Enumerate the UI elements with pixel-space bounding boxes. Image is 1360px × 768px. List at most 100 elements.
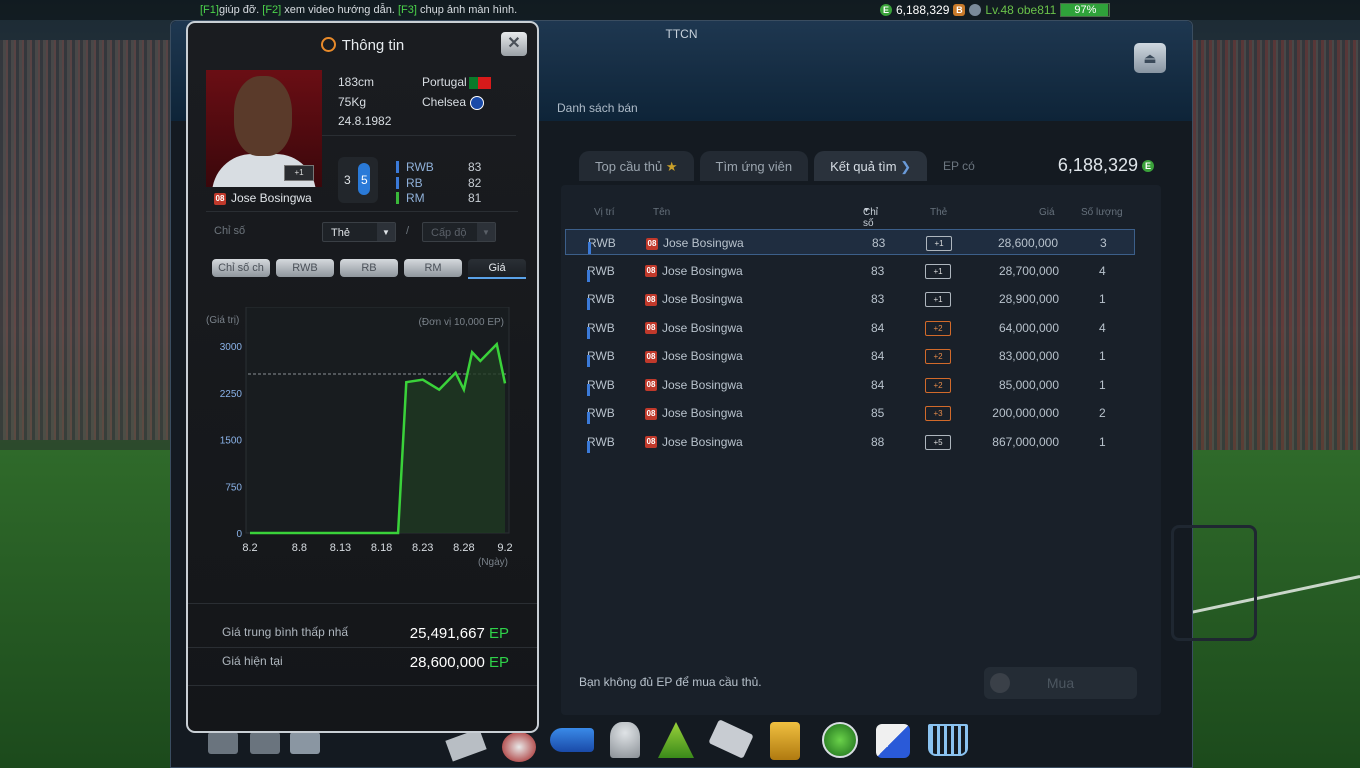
dock-inventory-icon[interactable] — [208, 732, 238, 754]
tab-sell-list[interactable]: Danh sách bán — [557, 101, 638, 115]
minimize-button[interactable]: ⏏ — [1134, 43, 1166, 73]
table-row[interactable]: RWB 08 Jose Bosingwa 88 +5 867,000,000 1 — [565, 429, 1135, 455]
col-qty[interactable]: Số lượng — [1081, 207, 1123, 218]
row-ovr: 85 — [871, 406, 885, 420]
season-badge: 08 — [645, 265, 657, 278]
row-position-text: RWB — [587, 406, 615, 420]
tab-find-candidates[interactable]: Tìm ứng viên — [699, 151, 809, 181]
card-select[interactable]: Thẻ ▼ — [322, 222, 396, 242]
row-position: RWB — [587, 349, 615, 367]
position-value: 83 — [468, 160, 482, 174]
position-label: RWB — [406, 160, 434, 174]
player-info-popup: Thông tin ✕ +1 08 Jose Bosingwa 183cm 75K… — [186, 21, 539, 733]
dock-trophy-icon[interactable] — [610, 722, 640, 758]
level-select-value: Cấp độ — [431, 227, 467, 239]
chelsea-crest-icon — [470, 95, 485, 110]
player-nation: Portugal — [422, 75, 491, 89]
search-icon — [320, 37, 336, 52]
dock-ranking-icon[interactable] — [658, 722, 694, 758]
close-button[interactable]: ✕ — [501, 32, 527, 56]
dock-mail-icon[interactable] — [290, 732, 320, 754]
hint-text-screenshot: chụp ảnh màn hình. — [419, 4, 518, 16]
stat-tabs: Chỉ số ch RWB RB RM Giá — [212, 259, 526, 279]
tab-rm[interactable]: RM — [404, 259, 462, 277]
table-row[interactable]: RWB 08 Jose Bosingwa 83 +1 28,600,000 3 — [565, 229, 1135, 255]
row-card-level: +1 — [925, 263, 951, 279]
row-quantity: 1 — [1099, 292, 1106, 306]
card-level-badge: +2 — [925, 349, 951, 364]
chevron-right-icon: ❯ — [900, 159, 912, 174]
x-tick-label: 9.2 — [497, 542, 512, 554]
row-player-name: 08 Jose Bosingwa — [645, 321, 743, 335]
row-price: 200,000,000 — [992, 406, 1059, 420]
col-name[interactable]: Tên — [653, 207, 670, 218]
row-quantity: 1 — [1099, 377, 1106, 392]
tab-price[interactable]: Giá — [468, 259, 526, 279]
season-badge: 08 — [214, 192, 226, 205]
table-row[interactable]: RWB 08 Jose Bosingwa 84 +2 83,000,000 1 — [565, 343, 1135, 369]
dock-keyboard-icon[interactable] — [708, 719, 754, 759]
row-price: 28,600,000 — [997, 236, 1058, 250]
x-tick-label: 8.28 — [453, 542, 474, 554]
table-row[interactable]: RWB 08 Jose Bosingwa 84 +2 64,000,000 4 — [565, 315, 1135, 341]
dock-ball-icon[interactable] — [502, 732, 536, 762]
tab-top-players[interactable]: Top cầu thủ ★ — [579, 151, 694, 181]
player-club: Chelsea — [422, 95, 485, 110]
results-panel: Vị trí Tên Chỉ số ▼ Thẻ Giá Số lượng RWB 0… — [561, 185, 1257, 715]
table-row[interactable]: RWB 08 Jose Bosingwa 84 +2 85,000,000 1 — [565, 372, 1135, 398]
portugal-flag-icon — [468, 76, 491, 89]
tab-base-stats[interactable]: Chỉ số ch — [212, 259, 270, 277]
card-level-badge: +5 — [925, 434, 951, 450]
row-player-name-text: Jose Bosingwa — [662, 406, 743, 420]
table-row[interactable]: RWB 08 Jose Bosingwa 83 +1 28,700,000 4 — [565, 258, 1135, 284]
level-select[interactable]: Cấp độ ▼ — [422, 222, 496, 242]
position-label: RM — [406, 191, 425, 205]
table-row[interactable]: RWB 08 Jose Bosingwa 85 +3 200,000,000 2 — [565, 400, 1135, 426]
dock-card-icon[interactable] — [876, 724, 910, 758]
player-photo: +1 — [206, 70, 322, 187]
row-player-name-text: Jose Bosingwa — [662, 377, 743, 392]
chart-xlabel: (Ngày) — [478, 557, 508, 568]
player-club-text: Chelsea — [422, 95, 467, 109]
divider — [188, 647, 537, 648]
row-position-text: RWB — [587, 263, 615, 278]
dock-club-icon[interactable] — [822, 722, 858, 758]
row-position: RWB — [587, 406, 615, 424]
row-quantity: 4 — [1099, 263, 1106, 278]
buy-button[interactable]: Mua — [984, 667, 1137, 699]
dock-jersey-icon[interactable] — [770, 722, 800, 760]
row-position: RWB — [587, 435, 615, 453]
dock-shop-cart-icon[interactable] — [928, 724, 968, 756]
row-position-text: RWB — [588, 236, 616, 250]
popup-title-text: Thông tin — [341, 37, 405, 54]
x-tick-label: 8.18 — [371, 542, 392, 554]
buy-button-label: Mua — [1046, 675, 1075, 691]
ep-coin-icon: E — [880, 4, 892, 16]
row-position-text: RWB — [587, 349, 615, 363]
y-tick-label: 2250 — [220, 389, 243, 400]
tab-rwb[interactable]: RWB — [276, 259, 334, 277]
player-birthdate: 24.8.1982 — [338, 114, 392, 128]
row-position: RWB — [587, 263, 615, 282]
col-position[interactable]: Vị trí — [594, 207, 615, 218]
x-tick-label: 8.2 — [242, 542, 257, 554]
row-price: 83,000,000 — [998, 349, 1059, 363]
row-quantity: 2 — [1099, 406, 1106, 420]
row-ovr: 84 — [871, 320, 885, 335]
dock-chat-icon[interactable] — [250, 732, 280, 754]
col-card[interactable]: Thẻ — [930, 207, 947, 218]
table-row[interactable]: RWB 08 Jose Bosingwa 83 +1 28,900,000 1 — [565, 286, 1135, 312]
card-level-badge: +1 — [926, 236, 952, 251]
x-tick-label: 8.8 — [292, 542, 307, 554]
hint-text-video: xem video hướng dẫn. — [284, 4, 395, 16]
y-tick-label: 0 — [236, 529, 242, 540]
divider — [322, 135, 516, 136]
dock-boots-icon[interactable] — [550, 728, 594, 752]
player-nation-text: Portugal — [422, 75, 467, 89]
row-position: RWB — [588, 236, 616, 254]
dock-contract-icon[interactable] — [445, 728, 487, 762]
x-tick-label: 8.13 — [330, 542, 351, 554]
tab-search-results[interactable]: Kết quả tìm ❯ — [814, 151, 928, 181]
col-price[interactable]: Giá — [1039, 207, 1055, 218]
tab-rb[interactable]: RB — [340, 259, 398, 277]
